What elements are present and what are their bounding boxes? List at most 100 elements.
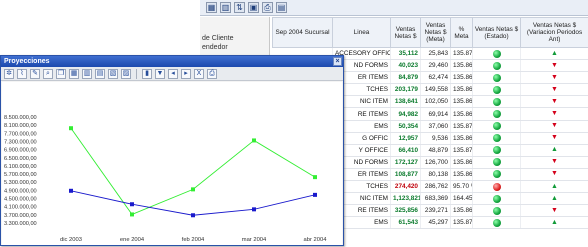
status-cell [473,156,521,168]
data-point [69,189,73,193]
print-icon[interactable]: ⎙ [207,69,217,79]
row-view-icon[interactable]: ▨ [121,69,131,79]
y-tick-label: 3.700.000,00 [4,213,37,219]
trend-cell: ▼ [521,205,588,217]
trend-cell: ▲ [521,144,588,156]
col-header-pct[interactable]: % Meta [451,18,473,48]
grid-icon[interactable]: ▦ [206,2,217,13]
col-header-meta[interactable]: Ventas Netas $ (Meta) [421,18,451,48]
trend-up-icon: ▲ [551,183,558,190]
trend-cell: ▼ [521,60,588,72]
status-dot-icon [493,98,501,106]
chart-icon[interactable]: ▥ [220,2,231,13]
col-header-linea[interactable]: Linea [333,18,391,48]
zoom-icon[interactable]: ⌕ [43,69,53,79]
line-chart-icon[interactable]: ⌇ [17,69,27,79]
pct-cell: 135.86 % [451,205,473,217]
trend-up-icon: ▲ [551,219,558,226]
status-cell [473,72,521,84]
y-tick-label: 5.300.000,00 [4,180,37,186]
status-dot-icon [493,195,501,203]
status-cell [473,48,521,60]
meta-cell: 239,271 [421,205,451,217]
meta-cell: 286,762 [421,181,451,193]
trend-down-icon: ▼ [551,207,558,214]
paint-icon[interactable]: ✎ [30,69,40,79]
filter-icon[interactable]: ▼ [155,69,165,79]
pct-cell: 135.86 % [451,108,473,120]
trend-down-icon: ▼ [551,62,558,69]
close-button[interactable]: × [333,57,342,66]
table-icon[interactable]: ▤ [276,2,287,13]
meta-cell: 149,558 [421,84,451,96]
pct-cell: 135.86 % [451,132,473,144]
trend-down-icon: ▼ [551,98,558,105]
column-view-icon[interactable]: ▧ [108,69,118,79]
status-cell [473,144,521,156]
trend-cell: ▼ [521,156,588,168]
netas-cell: 84,879 [391,72,421,84]
pct-cell: 135.87 % [451,120,473,132]
col-header-netas[interactable]: Ventas Netas $ [391,18,421,48]
status-dot-icon [493,219,501,227]
x-tick-label: dic 2003 [60,237,82,243]
col-header-sucursal[interactable]: Sep 2004 Sucursal [273,18,333,48]
trend-cell: ▼ [521,108,588,120]
x-tick-label: ene 2004 [120,237,145,243]
status-dot-icon [493,110,501,118]
window-title: Proyecciones [4,58,50,65]
next-icon[interactable]: ▸ [181,69,191,79]
trend-cell: ▲ [521,193,588,205]
list-view-icon[interactable]: ▤ [95,69,105,79]
pct-cell: 135.86 % [451,60,473,72]
save-icon[interactable]: ▣ [248,2,259,13]
projection-chart: 3.300.000,003.700.000,004.100.000,004.50… [2,82,342,245]
netas-cell: 94,982 [391,108,421,120]
gear-icon[interactable]: ✲ [4,69,14,79]
data-point [252,138,256,142]
meta-cell: 126,700 [421,156,451,168]
excel-icon[interactable]: X [194,69,204,79]
data-point [69,126,73,130]
prev-icon[interactable]: ◂ [168,69,178,79]
x-tick-label: abr 2004 [304,237,328,243]
status-cell [473,120,521,132]
x-tick-label: feb 2004 [182,237,205,243]
trend-cell: ▼ [521,84,588,96]
y-tick-label: 6.500.000,00 [4,156,37,162]
projections-window[interactable]: Proyecciones × ✲ ⌇ ✎ ⌕ ❐ ▦ ▥ ▤ ▧ ▨ ▮ ▼ ◂… [0,55,344,246]
status-dot-icon [493,158,501,166]
trend-cell: ▼ [521,132,588,144]
pct-cell: 135.86 % [451,156,473,168]
col-header-estado[interactable]: Ventas Netas $ (Estado) [473,18,521,48]
status-cell [473,217,521,229]
pct-cell: 135.86 % [451,96,473,108]
grid-view-icon[interactable]: ▥ [82,69,92,79]
pct-cell: 164.45 % [451,193,473,205]
chart-area: 3.300.000,003.700.000,004.100.000,004.50… [2,82,342,245]
table-view-icon[interactable]: ▦ [69,69,79,79]
trend-up-icon: ▲ [551,50,558,57]
netas-cell: 40,023 [391,60,421,72]
pivot-icon[interactable]: ⇅ [234,2,245,13]
bar-chart-icon[interactable]: ▮ [142,69,152,79]
series-line [71,191,315,215]
netas-cell: 35,112 [391,48,421,60]
trend-down-icon: ▼ [551,86,558,93]
col-header-variacion[interactable]: Ventas Netas $ (Variacion Periodos Ant) [521,18,588,48]
netas-cell: 12,957 [391,132,421,144]
y-tick-label: 3.300.000,00 [4,221,37,227]
print-icon[interactable]: ⎙ [262,2,273,13]
trend-down-icon: ▼ [551,158,558,165]
background-toolbar: ▦ ▥ ⇅ ▣ ⎙ ▤ [200,0,588,16]
pct-cell: 135.87 % [451,48,473,60]
status-dot-icon [493,86,501,94]
pct-cell: 135.86 % [451,168,473,180]
status-dot-icon [493,74,501,82]
netas-cell: 50,354 [391,120,421,132]
meta-cell: 80,138 [421,168,451,180]
y-tick-label: 8.500.000,00 [4,115,37,121]
window-titlebar[interactable]: Proyecciones × [1,56,343,67]
filter-panel: de Cliente endedor [200,17,270,59]
copy-icon[interactable]: ❐ [56,69,66,79]
